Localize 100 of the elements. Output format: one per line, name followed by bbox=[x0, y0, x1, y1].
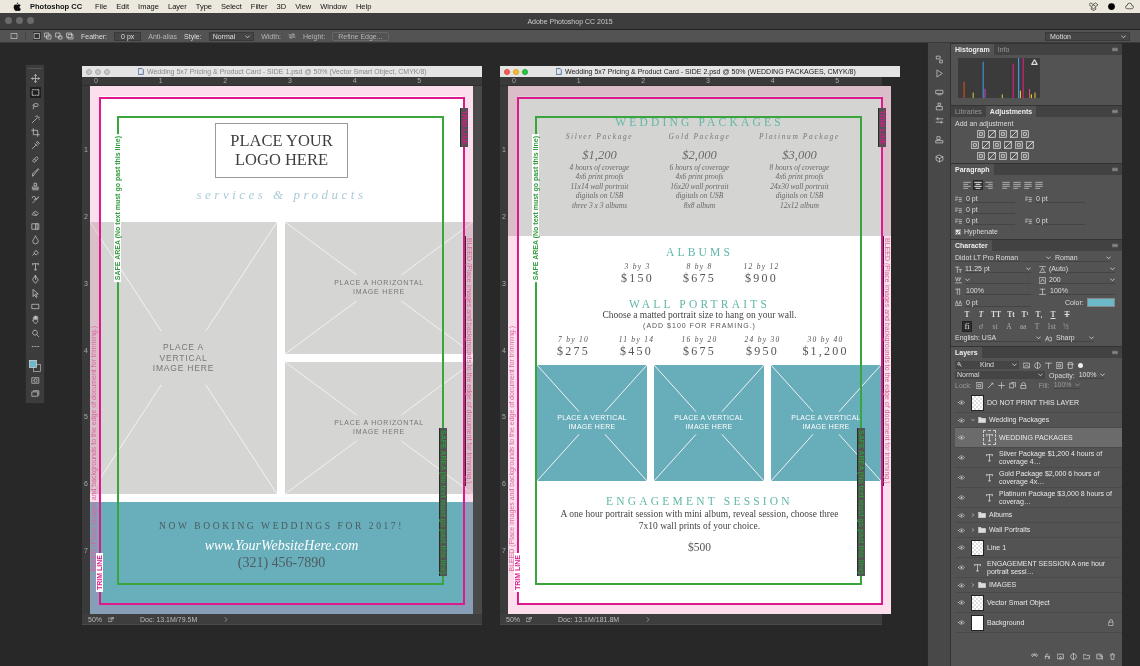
panel-icon[interactable] bbox=[934, 88, 944, 97]
lock-option-icon[interactable] bbox=[986, 381, 994, 389]
visibility-eye-icon[interactable] bbox=[958, 475, 965, 480]
close-button[interactable] bbox=[5, 17, 12, 24]
filter-icon[interactable] bbox=[1023, 361, 1030, 369]
visibility-eye-icon[interactable] bbox=[958, 545, 965, 550]
caret-icon[interactable] bbox=[223, 616, 230, 622]
visibility-eye-icon[interactable] bbox=[958, 527, 965, 533]
menu-icon[interactable] bbox=[1112, 350, 1118, 355]
layer-action-icon[interactable] bbox=[1044, 653, 1051, 660]
zoom-button[interactable] bbox=[27, 17, 34, 24]
adjustment-icon[interactable] bbox=[1021, 130, 1029, 138]
menu-icon[interactable] bbox=[1112, 167, 1118, 172]
zoom-tool-icon[interactable] bbox=[29, 327, 41, 339]
filter-icon[interactable] bbox=[1045, 361, 1052, 369]
lock-option-icon[interactable] bbox=[975, 381, 983, 389]
adjustment-icon[interactable] bbox=[1004, 141, 1012, 149]
adjustment-icon[interactable] bbox=[1010, 152, 1018, 160]
panel-icon[interactable] bbox=[934, 55, 944, 64]
panel-icon[interactable] bbox=[934, 69, 944, 78]
adjustment-icon[interactable] bbox=[977, 152, 985, 160]
panel-icon[interactable] bbox=[934, 102, 944, 111]
caret-icon[interactable] bbox=[645, 616, 652, 622]
wand-tool-icon[interactable] bbox=[29, 113, 41, 125]
minimize-button[interactable] bbox=[16, 17, 23, 24]
adjustment-icon[interactable] bbox=[1026, 141, 1034, 149]
adjustment-icon[interactable] bbox=[988, 152, 996, 160]
stamp-tool-icon[interactable] bbox=[29, 180, 41, 192]
filter-icon[interactable] bbox=[1056, 361, 1063, 369]
menu-icon[interactable] bbox=[1112, 243, 1118, 248]
type-tool-icon[interactable] bbox=[29, 260, 41, 272]
visibility-eye-icon[interactable] bbox=[958, 582, 965, 588]
marquee-tool-icon[interactable] bbox=[29, 86, 41, 98]
filter-icon[interactable] bbox=[1034, 361, 1041, 369]
lock-option-icon[interactable] bbox=[997, 381, 1005, 389]
visibility-eye-icon[interactable] bbox=[958, 620, 965, 625]
visibility-eye-icon[interactable] bbox=[958, 455, 965, 460]
lock-option-icon[interactable] bbox=[1008, 381, 1016, 389]
filter-icon[interactable] bbox=[1067, 361, 1074, 369]
blur-tool-icon[interactable] bbox=[29, 234, 41, 246]
zoom-button[interactable] bbox=[522, 68, 528, 75]
panel-icon[interactable] bbox=[934, 116, 944, 125]
panel-icon[interactable] bbox=[934, 154, 944, 163]
add-selection-icon[interactable] bbox=[44, 32, 52, 40]
brush-tool-icon[interactable] bbox=[29, 167, 41, 179]
adjustment-icon[interactable] bbox=[993, 141, 1001, 149]
swap-arrows-icon[interactable] bbox=[288, 32, 297, 40]
adjustment-icon[interactable] bbox=[977, 130, 985, 138]
marquee-icon[interactable] bbox=[10, 32, 18, 40]
dodge-tool-icon[interactable] bbox=[29, 247, 41, 259]
visibility-eye-icon[interactable] bbox=[958, 435, 965, 440]
export-icon[interactable] bbox=[108, 616, 114, 622]
hand-tool-icon[interactable] bbox=[29, 314, 41, 326]
adjustment-icon[interactable] bbox=[1010, 130, 1018, 138]
hyphenate-checkbox[interactable] bbox=[955, 228, 961, 235]
layer-action-icon[interactable] bbox=[1057, 653, 1064, 660]
kerning-field[interactable] bbox=[965, 276, 1031, 284]
export-icon[interactable] bbox=[526, 616, 532, 622]
adjustment-icon[interactable] bbox=[1021, 152, 1029, 160]
close-button[interactable] bbox=[504, 68, 510, 75]
layer-action-icon[interactable] bbox=[1031, 653, 1038, 660]
adjustment-icon[interactable] bbox=[999, 130, 1007, 138]
crop-tool-icon[interactable] bbox=[29, 126, 41, 138]
quick-mask-icon[interactable] bbox=[29, 375, 41, 386]
apple-logo-icon[interactable] bbox=[13, 2, 21, 11]
lasso-tool-icon[interactable] bbox=[29, 100, 41, 112]
history-tool-icon[interactable] bbox=[29, 193, 41, 205]
adjustment-icon[interactable] bbox=[988, 130, 996, 138]
pen-tool-icon[interactable] bbox=[29, 274, 41, 286]
visibility-eye-icon[interactable] bbox=[958, 512, 965, 518]
color-swatches-icon[interactable] bbox=[28, 358, 42, 373]
panel-icon[interactable] bbox=[934, 135, 944, 144]
caret-icon[interactable] bbox=[971, 513, 975, 517]
move-tool-icon[interactable] bbox=[29, 73, 41, 85]
gradient-tool-icon[interactable] bbox=[29, 220, 41, 232]
layer-action-icon[interactable] bbox=[1096, 653, 1103, 660]
caret-icon[interactable] bbox=[971, 528, 975, 532]
eraser-tool-icon[interactable] bbox=[29, 207, 41, 219]
layer-action-icon[interactable] bbox=[1083, 653, 1090, 660]
menu-icon[interactable] bbox=[1112, 47, 1118, 52]
visibility-eye-icon[interactable] bbox=[958, 565, 965, 570]
lock-option-icon[interactable] bbox=[1019, 381, 1027, 389]
layer-action-icon[interactable] bbox=[1070, 653, 1077, 660]
menu-icon[interactable] bbox=[1112, 109, 1118, 114]
heal-tool-icon[interactable] bbox=[29, 153, 41, 165]
visibility-eye-icon[interactable] bbox=[958, 600, 965, 605]
adjustment-icon[interactable] bbox=[999, 152, 1007, 160]
cloud-icon[interactable] bbox=[1125, 2, 1134, 11]
caret-icon[interactable] bbox=[971, 583, 975, 587]
layer-action-icon[interactable] bbox=[1109, 653, 1116, 660]
dropbox-box-icon[interactable] bbox=[1089, 2, 1098, 11]
adjustment-icon[interactable] bbox=[1015, 141, 1023, 149]
screen-mode-icon[interactable] bbox=[29, 388, 41, 400]
adjustment-icon[interactable] bbox=[982, 141, 990, 149]
circle-status-icon[interactable] bbox=[1107, 2, 1116, 11]
filter-toggle[interactable] bbox=[1078, 362, 1083, 368]
new-selection-icon[interactable] bbox=[33, 32, 41, 40]
eyedropper-tool-icon[interactable] bbox=[29, 140, 41, 152]
visibility-eye-icon[interactable] bbox=[958, 417, 965, 423]
intersect-selection-icon[interactable] bbox=[66, 32, 74, 40]
